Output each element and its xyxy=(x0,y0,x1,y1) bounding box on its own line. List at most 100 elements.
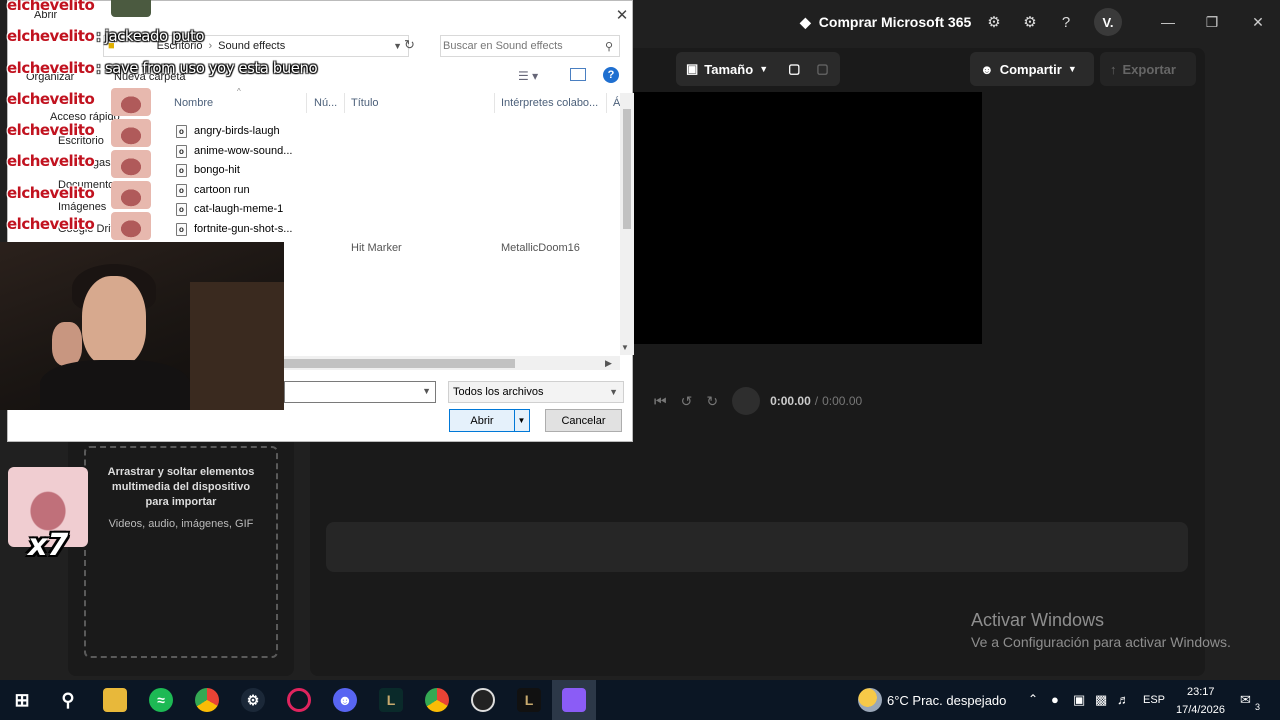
share-label: Compartir xyxy=(999,61,1062,77)
video-preview-canvas[interactable] xyxy=(634,92,982,344)
play-button[interactable] xyxy=(732,387,761,415)
upload-icon: ↑ xyxy=(1110,61,1117,77)
sort-arrow-icon: ^ xyxy=(237,87,241,96)
emote-icon xyxy=(111,150,151,178)
close-icon[interactable]: ✕ xyxy=(1248,12,1268,32)
column-divider[interactable] xyxy=(306,93,307,113)
diamond-icon: ◆ xyxy=(800,13,811,30)
steam-icon[interactable]: ⚙ xyxy=(241,688,265,712)
chrome-icon[interactable] xyxy=(195,688,219,712)
buy-label: Comprar Microsoft 365 xyxy=(818,14,972,30)
volume-icon[interactable]: ♬ xyxy=(1117,692,1130,707)
scroll-right-icon[interactable]: ▶ xyxy=(605,358,612,369)
notification-icon[interactable]: ✉ xyxy=(1240,692,1251,708)
time-current: 0:00.00 xyxy=(770,394,811,408)
file-row[interactable]: o cat-laugh-meme-1 xyxy=(176,199,283,219)
microphone-icon[interactable]: ● xyxy=(1051,692,1059,707)
file-type-select[interactable]: Todos los archivos ▼ xyxy=(448,381,624,403)
breadcrumb-sound-effects[interactable]: Sound effects xyxy=(218,40,285,52)
fit-icon[interactable]: ▢ xyxy=(788,61,800,77)
view-options-icon[interactable]: ☰ ▾ xyxy=(518,69,538,83)
column-name[interactable]: Nombre xyxy=(174,97,213,109)
scroll-down-icon[interactable]: ▼ xyxy=(621,343,629,352)
fill-icon[interactable]: ▢ xyxy=(816,61,828,77)
emote-thumbnail xyxy=(111,0,151,17)
horizontal-scroll-thumb[interactable] xyxy=(284,359,515,368)
file-type-value: Todos los archivos xyxy=(453,386,544,398)
clock-date[interactable]: 17/4/2026 xyxy=(1176,704,1225,716)
search-icon: ⚲ xyxy=(604,40,613,53)
minimize-icon[interactable]: — xyxy=(1158,12,1178,32)
clock-time[interactable]: 23:17 xyxy=(1187,686,1215,698)
preview-pane-icon[interactable] xyxy=(570,68,586,81)
clipchamp-icon[interactable] xyxy=(562,688,586,712)
share-account-icon[interactable]: ⚙ xyxy=(982,10,1006,34)
timeline[interactable] xyxy=(326,522,1188,572)
drop-title: Arrastrar y soltar elementos multimedia … xyxy=(107,466,255,508)
file-explorer-icon[interactable] xyxy=(103,688,127,712)
emote-icon xyxy=(111,212,151,240)
obs-icon[interactable] xyxy=(471,688,495,712)
chat-username: elchevelito xyxy=(7,184,95,202)
chrome-icon[interactable] xyxy=(425,688,449,712)
vertical-scroll-thumb[interactable] xyxy=(623,109,631,229)
discord-icon[interactable]: ☻ xyxy=(333,688,357,712)
skip-back-icon[interactable]: ⏮ xyxy=(654,393,667,410)
nav-pictures[interactable]: Imágenes xyxy=(58,201,106,213)
file-row[interactable]: o anime-wow-sound... xyxy=(176,141,292,161)
column-number[interactable]: Nú... xyxy=(314,97,337,109)
cancel-button[interactable]: Cancelar xyxy=(545,409,622,432)
background-shelf xyxy=(190,282,284,410)
audio-file-icon: o xyxy=(176,144,187,158)
chevron-down-icon: ▼ xyxy=(1067,64,1077,74)
chat-username: elchevelito xyxy=(7,152,95,170)
weather-icon[interactable] xyxy=(858,688,882,712)
file-name: anime-wow-sound... xyxy=(194,145,293,157)
file-name-input[interactable]: ▼ xyxy=(284,381,436,403)
network-icon[interactable]: ▩ xyxy=(1095,692,1107,708)
avatar[interactable]: V. xyxy=(1094,8,1122,36)
rewind-icon[interactable]: ↺ xyxy=(681,393,693,410)
refresh-icon[interactable]: ↻ xyxy=(404,37,415,53)
weather-text[interactable]: 6°C Prac. despejado xyxy=(887,693,1006,708)
file-row[interactable]: o bongo-hit xyxy=(176,160,240,180)
league-client-icon[interactable]: L xyxy=(517,688,541,712)
share-dropdown[interactable]: ☻ Compartir ▼ xyxy=(970,52,1094,86)
spotify-icon[interactable]: ≈ xyxy=(149,688,173,712)
column-divider[interactable] xyxy=(344,93,345,113)
time-separator: / xyxy=(814,394,819,408)
opera-gx-icon[interactable] xyxy=(287,688,311,712)
size-dropdown[interactable]: ▣ Tamaño ▼ ▢ ▢ xyxy=(676,52,840,86)
chevron-down-icon[interactable]: ▼ xyxy=(422,386,431,396)
column-title[interactable]: Título xyxy=(351,97,379,109)
file-row[interactable]: o angry-birds-laugh xyxy=(176,121,280,141)
open-dropdown-arrow[interactable]: ▼ xyxy=(514,410,528,431)
windows-start-icon[interactable]: ⊞ xyxy=(10,688,34,712)
chevron-right-icon: › xyxy=(208,40,213,52)
forward-icon[interactable]: ↻ xyxy=(706,393,718,410)
column-divider[interactable] xyxy=(606,93,607,113)
column-artists[interactable]: Intérpretes colabo... xyxy=(501,97,598,109)
maximize-icon[interactable]: ❐ xyxy=(1202,12,1222,32)
file-name: cartoon run xyxy=(194,184,250,196)
chevron-up-icon[interactable]: ⌃ xyxy=(1028,692,1038,706)
language-indicator[interactable]: ESP xyxy=(1143,694,1165,706)
open-button[interactable]: Abrir ▼ xyxy=(449,409,530,432)
security-icon[interactable]: ▣ xyxy=(1073,692,1085,708)
league-icon[interactable]: L xyxy=(379,688,403,712)
chevron-down-icon[interactable]: ▼ xyxy=(393,41,402,51)
file-row[interactable]: o cartoon run xyxy=(176,180,250,200)
search-icon[interactable]: ⚲ xyxy=(56,688,80,712)
crop-icon: ▣ xyxy=(686,61,699,76)
buy-microsoft-365-button[interactable]: ◆ Comprar Microsoft 365 xyxy=(800,10,971,34)
close-icon[interactable]: ✕ xyxy=(612,5,632,25)
help-icon[interactable]: ? xyxy=(603,67,619,83)
drop-subtitle: Videos, audio, imágenes, GIF xyxy=(108,518,254,530)
column-divider[interactable] xyxy=(494,93,495,113)
search-input[interactable]: Buscar en Sound effects ⚲ xyxy=(440,35,620,57)
export-button[interactable]: ↑ Exportar xyxy=(1100,52,1196,86)
chat-username: elchevelito xyxy=(7,215,95,233)
settings-gear-icon[interactable]: ⚙ xyxy=(1018,10,1042,34)
file-row[interactable]: o fortnite-gun-shot-s... xyxy=(176,219,292,239)
help-icon[interactable]: ? xyxy=(1054,10,1078,34)
